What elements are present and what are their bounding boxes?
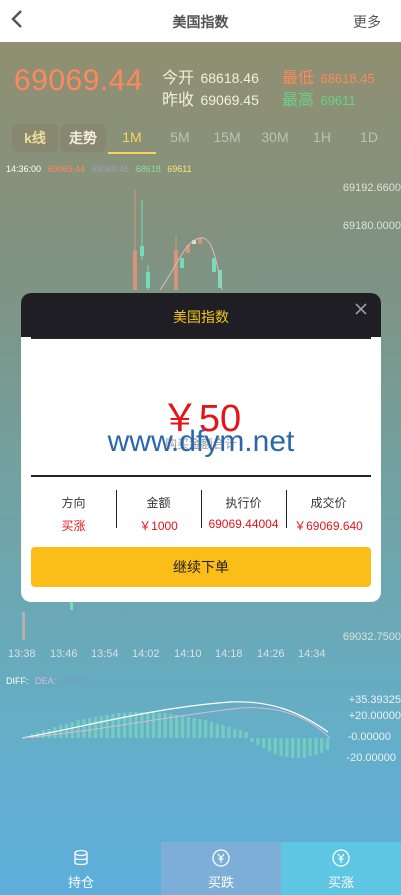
- info-deal-price-key: 成交价: [310, 496, 347, 510]
- info-deal-price-value: ￥69069.640: [294, 519, 363, 530]
- info-amount-value: ￥1000: [139, 519, 178, 533]
- watermark-text: www.dfym.net: [107, 425, 295, 458]
- info-direction: 方向 买涨: [31, 488, 116, 533]
- modal-amount-panel: ￥50 购买金额合计 www.dfym.net: [31, 337, 371, 477]
- modal-header: 美国指数: [21, 293, 381, 337]
- info-exec-price: 执行价 69069.44004: [201, 488, 286, 531]
- modal-title: 美国指数: [173, 309, 229, 325]
- info-exec-price-key: 执行价: [225, 496, 262, 510]
- close-icon[interactable]: [353, 301, 369, 317]
- order-info-row: 方向 买涨 金额 ￥1000 执行价 69069.44004 成交价 ￥6906…: [31, 488, 371, 533]
- order-confirm-modal: 美国指数 ￥50 购买金额合计 www.dfym.net 方向 买涨 金额 ￥1…: [21, 293, 381, 602]
- info-exec-price-value: 69069.44004: [208, 517, 279, 531]
- info-direction-value: 买涨: [61, 519, 86, 533]
- info-direction-key: 方向: [61, 496, 86, 510]
- info-amount-key: 金额: [146, 496, 171, 510]
- continue-order-button[interactable]: 继续下单: [31, 547, 371, 587]
- info-amount: 金额 ￥1000: [116, 488, 201, 533]
- info-deal-price: 成交价 ￥69069.640: [286, 488, 371, 530]
